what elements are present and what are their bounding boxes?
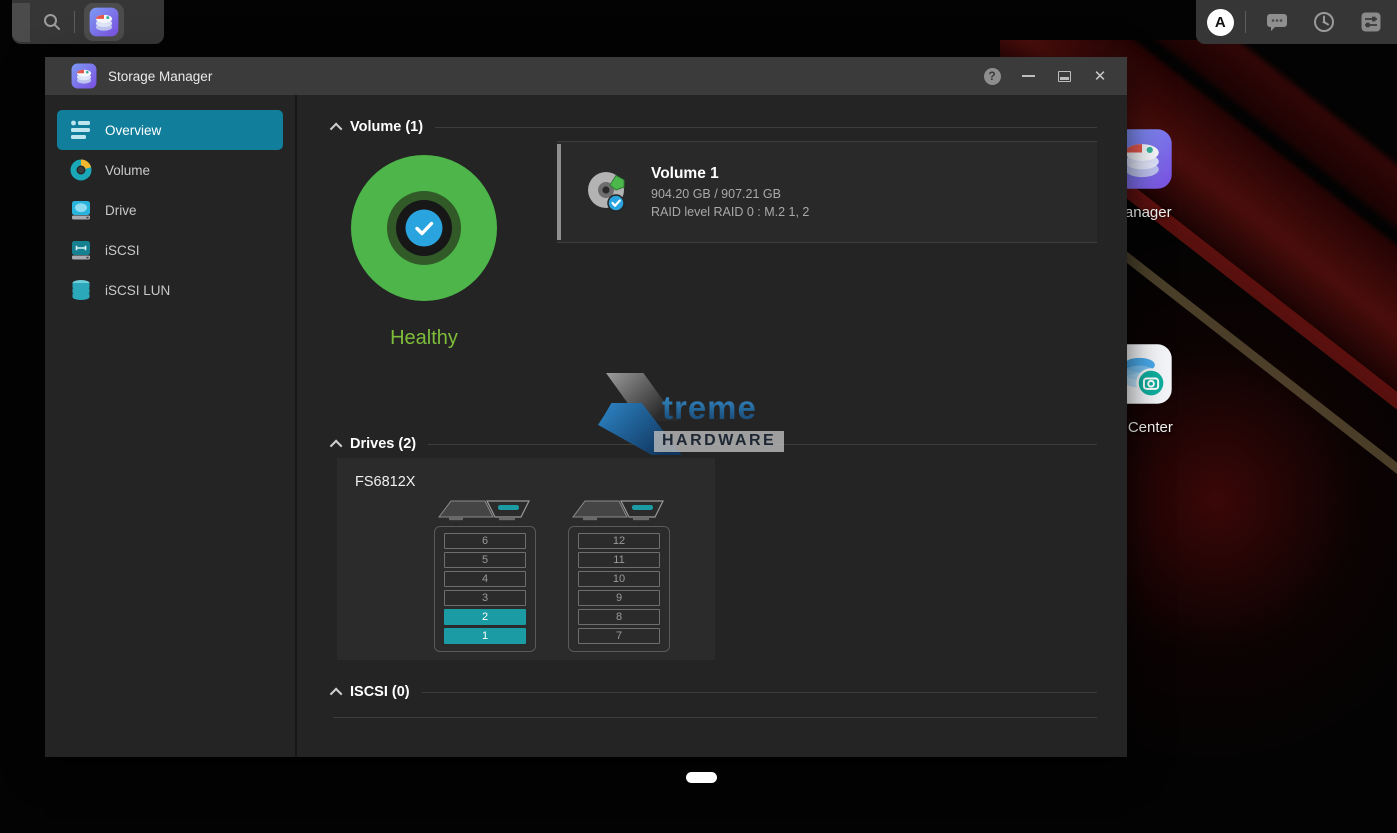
taskbar-right-cluster: A: [1196, 0, 1397, 44]
health-check-badge: [406, 210, 443, 247]
sidebar-item-drive[interactable]: Drive: [57, 190, 283, 230]
drive-slot[interactable]: 3: [444, 590, 526, 606]
window-title: Storage Manager: [108, 69, 212, 84]
drives-panel: FS6812X 6: [337, 458, 715, 660]
drive-icon: [69, 198, 93, 222]
drives-section-header[interactable]: Drives (2): [333, 436, 1097, 452]
section-divider: [435, 127, 1097, 128]
section-title: Volume (1): [350, 119, 423, 135]
section-divider: [422, 692, 1097, 693]
section-title: Drives (2): [350, 436, 416, 452]
sidebar-item-overview[interactable]: Overview: [57, 110, 283, 150]
sidebar-item-label: Overview: [105, 123, 161, 138]
health-donut-chart: [351, 155, 497, 301]
volume-section-header[interactable]: Volume (1): [333, 119, 1097, 135]
drive-slot[interactable]: 2: [444, 609, 526, 625]
section-divider: [428, 444, 1097, 445]
drive-slot[interactable]: 4: [444, 571, 526, 587]
drive-slot[interactable]: 8: [578, 609, 660, 625]
search-button[interactable]: [30, 0, 74, 44]
taskbar-divider: [1245, 11, 1246, 33]
sidebar-item-iscsi[interactable]: iSCSI: [57, 230, 283, 270]
volume-card[interactable]: Volume 1 904.20 GB / 907.21 GB RAID leve…: [557, 141, 1097, 243]
nas-model-label: FS6812X: [355, 474, 697, 490]
storage-manager-app-icon: [89, 7, 119, 37]
overview-icon: [69, 118, 93, 142]
volume-raid-level: RAID level RAID 0 : M.2 1, 2: [651, 205, 809, 219]
drive-slot[interactable]: 7: [578, 628, 660, 644]
help-button[interactable]: ?: [977, 63, 1007, 89]
volume-health-summary: Healthy: [333, 137, 515, 350]
drive-slot[interactable]: 9: [578, 590, 660, 606]
health-status-label: Healthy: [390, 327, 458, 350]
section-divider: [333, 717, 1097, 718]
close-icon: ✕: [1094, 69, 1107, 84]
volume-donut-icon: [69, 158, 93, 182]
volume-capacity: 904.20 GB / 907.21 GB: [651, 187, 809, 201]
taskbar-left-cluster: [12, 0, 164, 44]
taskbar-edge-tab: [12, 3, 30, 42]
iscsi-icon: [69, 238, 93, 262]
iscsi-section-header[interactable]: ISCSI (0): [333, 684, 1097, 700]
volume-disc-icon: [583, 167, 633, 217]
chevron-up-icon: [330, 687, 343, 700]
sidebar-item-label: iSCSI: [105, 243, 140, 258]
system-monitor-icon: [1313, 11, 1335, 33]
window-titlebar[interactable]: Storage Manager ? ✕: [45, 57, 1127, 95]
checkmark-icon: [414, 220, 434, 236]
taskbar-storage-manager-button[interactable]: [84, 3, 124, 41]
drive-slot[interactable]: 5: [444, 552, 526, 568]
main-content: Volume (1) Healthy: [297, 95, 1127, 757]
taskbar-home-pill[interactable]: [686, 772, 717, 783]
minimize-button[interactable]: [1013, 63, 1043, 89]
drive-slot[interactable]: 10: [578, 571, 660, 587]
chevron-up-icon: [330, 439, 343, 452]
chat-bubble-icon: [1266, 12, 1288, 32]
sidebar-item-label: Volume: [105, 163, 150, 178]
drive-slot[interactable]: 6: [444, 533, 526, 549]
chevron-up-icon: [330, 122, 343, 135]
user-avatar[interactable]: A: [1207, 9, 1234, 36]
drive-slot[interactable]: 12: [578, 533, 660, 549]
sidebar-item-label: Drive: [105, 203, 137, 218]
help-icon: ?: [984, 68, 1001, 85]
storage-manager-app-icon: [71, 63, 97, 89]
drive-bay-stack: 12 11 10 9 8 7: [568, 526, 670, 652]
drive-enclosure-2: 12 11 10 9 8 7: [567, 498, 671, 652]
sidebar: Overview Volume: [45, 95, 297, 757]
enclosure-chassis-icon: [569, 498, 669, 524]
notifications-button[interactable]: [1262, 9, 1292, 35]
drive-bay-stack: 6 5 4 3 2 1: [434, 526, 536, 652]
volume-card-accent-bar: [557, 144, 561, 240]
close-button[interactable]: ✕: [1085, 63, 1115, 89]
search-icon: [42, 12, 62, 32]
drive-slot[interactable]: 1: [444, 628, 526, 644]
sidebar-item-iscsi-lun[interactable]: iSCSI LUN: [57, 270, 283, 310]
preferences-button[interactable]: [1356, 9, 1386, 35]
drive-enclosure-1: 6 5 4 3 2 1: [433, 498, 537, 652]
system-monitor-button[interactable]: [1309, 9, 1339, 35]
sidebar-item-label: iSCSI LUN: [105, 283, 170, 298]
iscsi-lun-cylinder-icon: [69, 278, 93, 302]
section-title: ISCSI (0): [350, 684, 410, 700]
maximize-icon: [1058, 71, 1071, 82]
taskbar-divider: [74, 11, 75, 33]
sliders-icon: [1360, 11, 1382, 33]
storage-manager-window: Storage Manager ? ✕ Overview: [45, 57, 1127, 757]
drive-slot[interactable]: 11: [578, 552, 660, 568]
enclosure-chassis-icon: [435, 498, 535, 524]
minimize-icon: [1022, 75, 1035, 77]
maximize-button[interactable]: [1049, 63, 1079, 89]
sidebar-item-volume[interactable]: Volume: [57, 150, 283, 190]
volume-name: Volume 1: [651, 165, 809, 183]
